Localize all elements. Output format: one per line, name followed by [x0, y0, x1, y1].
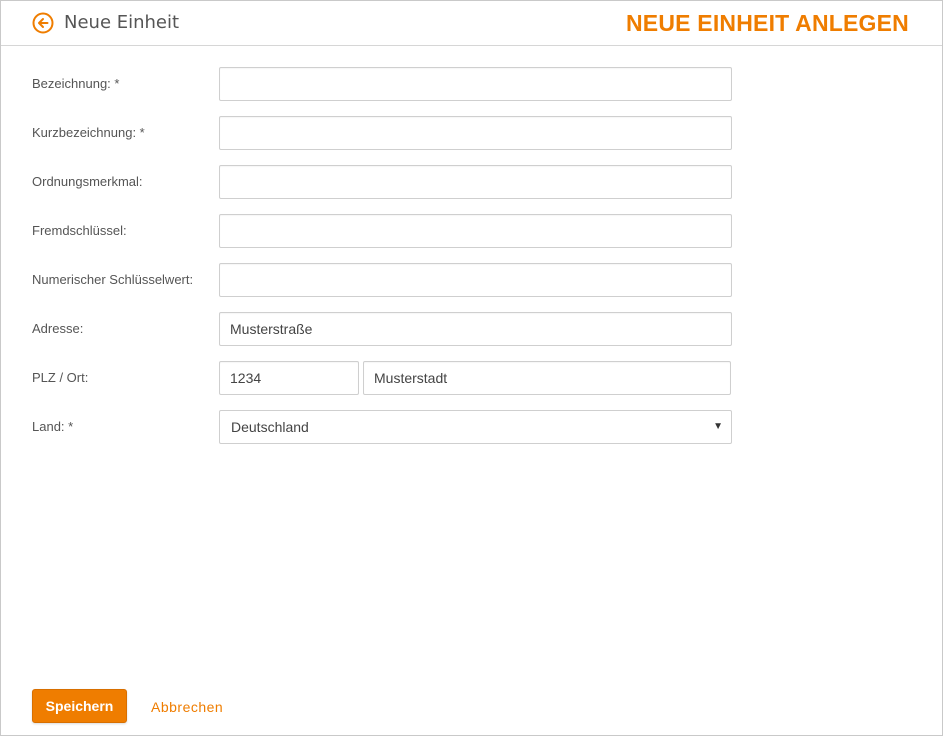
- fremdschluessel-input[interactable]: [219, 214, 732, 248]
- save-button[interactable]: Speichern: [32, 689, 127, 723]
- form-row-kurzbezeichnung: Kurzbezeichnung: *: [1, 116, 942, 150]
- fremdschluessel-label: Fremdschlüssel:: [32, 223, 127, 238]
- form-row-fremdschluessel: Fremdschlüssel:: [1, 214, 942, 248]
- plz-input[interactable]: [219, 361, 359, 395]
- header-title: Neue Einheit: [64, 12, 180, 33]
- adresse-label: Adresse:: [32, 321, 84, 336]
- kurzbezeichnung-label: Kurzbezeichnung: *: [32, 125, 145, 140]
- page-header: Neue Einheit NEUE EINHEIT ANLEGEN: [1, 1, 942, 46]
- form-row-plz-ort: PLZ / Ort:: [1, 361, 942, 395]
- caret-down-icon: ▼: [713, 421, 723, 432]
- land-selected-value: Deutschland: [231, 419, 309, 435]
- ordnungsmerkmal-label: Ordnungsmerkmal:: [32, 174, 143, 189]
- numerischer-schluesselwert-input[interactable]: [219, 263, 732, 297]
- numerischer-schluesselwert-label: Numerischer Schlüsselwert:: [32, 272, 194, 287]
- form-row-land: Land: * Deutschland ▼: [1, 410, 942, 444]
- kurzbezeichnung-input[interactable]: [219, 116, 732, 150]
- ort-input[interactable]: [363, 361, 731, 395]
- land-select[interactable]: Deutschland ▼: [219, 410, 732, 444]
- adresse-input[interactable]: [219, 312, 732, 346]
- bezeichnung-label: Bezeichnung: *: [32, 76, 120, 91]
- page-frame: Neue Einheit NEUE EINHEIT ANLEGEN Bezeic…: [0, 0, 943, 736]
- form-row-numerischer-schluesselwert: Numerischer Schlüsselwert:: [1, 263, 942, 297]
- form-row-bezeichnung: Bezeichnung: *: [1, 67, 942, 101]
- plz-ort-label: PLZ / Ort:: [32, 370, 89, 385]
- land-label: Land: *: [32, 419, 74, 434]
- form-row-ordnungsmerkmal: Ordnungsmerkmal:: [1, 165, 942, 199]
- form-row-adresse: Adresse:: [1, 312, 942, 346]
- arrow-left-circle-icon[interactable]: [32, 12, 54, 34]
- page-title: NEUE EINHEIT ANLEGEN: [625, 10, 909, 36]
- bezeichnung-input[interactable]: [219, 67, 732, 101]
- ordnungsmerkmal-input[interactable]: [219, 165, 732, 199]
- cancel-link[interactable]: Abbrechen: [151, 698, 223, 716]
